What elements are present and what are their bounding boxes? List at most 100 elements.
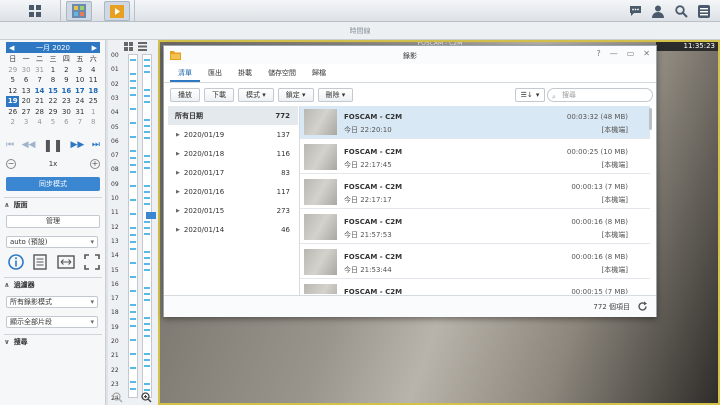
calendar-day[interactable]: 6	[60, 117, 73, 128]
date-list-item[interactable]: ▶ 2020/01/16 117	[168, 182, 298, 201]
timeline-position-marker[interactable]	[146, 212, 156, 219]
dialog-tab[interactable]: 清單	[170, 66, 200, 82]
timeline-recording-segment[interactable]	[144, 185, 150, 187]
fullscreen-icon[interactable]	[84, 254, 100, 270]
recording-mode-select[interactable]: 所有錄影模式 ▾	[6, 296, 98, 308]
timeline-recording-segment[interactable]	[130, 367, 136, 369]
dialog-titlebar[interactable]: 錄影 ? — ▭ ✕	[164, 46, 656, 64]
calendar-day[interactable]: 23	[60, 96, 73, 107]
timeline-recording-segment[interactable]	[130, 311, 136, 313]
document-icon[interactable]	[33, 254, 48, 270]
timeline-recording-segment[interactable]	[144, 131, 150, 133]
pause-icon[interactable]: ❚❚	[43, 138, 63, 152]
timeline-recording-segment[interactable]	[144, 359, 150, 361]
calendar-day[interactable]: 3	[73, 65, 86, 76]
timeline-recording-segment[interactable]	[130, 234, 136, 236]
timeline-recording-segment[interactable]	[130, 87, 136, 89]
skip-forward-icon[interactable]: ⏭	[92, 140, 100, 150]
skip-back-icon[interactable]: ⏮	[6, 140, 14, 150]
recording-row[interactable]: FOSCAM - C2M 今日 21:53:44 00:00:16 (8 MB) [本…	[300, 246, 650, 279]
timeline-recording-segment[interactable]	[144, 125, 150, 127]
expand-icon[interactable]: ▶	[176, 189, 180, 195]
recording-row[interactable]: FOSCAM - C2M 今日 22:17:17 00:00:13 (7 MB) [本…	[300, 176, 650, 209]
sync-mode-button[interactable]: 同步模式	[6, 177, 100, 191]
timeline-recording-segment[interactable]	[144, 287, 150, 289]
next-month-icon[interactable]: ▶	[92, 44, 97, 52]
timeline-recording-segment[interactable]	[144, 119, 150, 121]
calendar-day[interactable]: 30	[60, 107, 73, 118]
refresh-icon[interactable]	[637, 301, 648, 312]
recording-row[interactable]: FOSCAM - C2M 今日 21:57:53 00:00:16 (8 MB) [本…	[300, 211, 650, 244]
layout-select[interactable]: auto (預設) ▾	[6, 236, 98, 248]
expand-icon[interactable]: ▶	[176, 208, 180, 214]
search-button[interactable]	[673, 3, 689, 19]
speed-decrease-button[interactable]: −	[6, 159, 16, 169]
info-icon[interactable]	[8, 254, 24, 270]
calendar-day[interactable]: 12	[6, 86, 19, 97]
maximize-icon[interactable]: ▭	[627, 49, 635, 58]
calendar-day[interactable]: 1	[46, 65, 59, 76]
calendar-day[interactable]: 6	[19, 75, 32, 86]
timeline-recording-segment[interactable]	[144, 383, 150, 385]
timeline-recording-segment[interactable]	[130, 171, 136, 173]
timeline-recording-segment[interactable]	[130, 213, 136, 215]
timeline-recording-segment[interactable]	[130, 318, 136, 320]
timeline-recording-segment[interactable]	[144, 335, 150, 337]
calendar-day[interactable]: 1	[87, 107, 100, 118]
timeline-recording-segment[interactable]	[144, 299, 150, 301]
timeline-recording-segment[interactable]	[144, 221, 150, 223]
timeline-recording-segment[interactable]	[144, 251, 150, 253]
dialog-tab[interactable]: 匯出	[200, 66, 230, 82]
timeline-recording-segment[interactable]	[144, 155, 150, 157]
sort-button[interactable]: ☰↓ ▾	[515, 88, 545, 102]
calendar-month-label[interactable]: 一月 2020	[36, 43, 70, 53]
timeline-recording-segment[interactable]	[144, 323, 150, 325]
date-list-item[interactable]: ▶ 2020/01/18 116	[168, 144, 298, 163]
recording-app-button[interactable]	[104, 1, 130, 21]
fast-forward-icon[interactable]: ▶▶	[71, 140, 85, 150]
date-list-item[interactable]: 所有日期 772	[168, 106, 298, 125]
filter-section-header[interactable]: ∧ 過濾器	[4, 280, 35, 290]
recording-row[interactable]: FOSCAM - C2M 今日 22:17:45 00:00:25 (10 MB) […	[300, 141, 650, 174]
speed-increase-button[interactable]: +	[89, 159, 100, 169]
timeline-recording-segment[interactable]	[130, 80, 136, 82]
manage-layout-button[interactable]: 管理	[6, 215, 100, 228]
timeline-recording-segment[interactable]	[144, 161, 150, 163]
fit-width-icon[interactable]	[56, 254, 75, 270]
timeline-recording-segment[interactable]	[130, 241, 136, 243]
timeline-recording-segment[interactable]	[130, 59, 136, 61]
calendar-day[interactable]: 17	[73, 86, 86, 97]
toolbar-button[interactable]: 播放	[170, 88, 200, 102]
minimize-icon[interactable]: —	[610, 49, 618, 58]
user-button[interactable]	[650, 3, 666, 19]
timeline-recording-segment[interactable]	[144, 365, 150, 367]
timeline-recording-segment[interactable]	[130, 388, 136, 390]
timeline-recording-segment[interactable]	[130, 157, 136, 159]
timeline-recording-segment[interactable]	[144, 269, 150, 271]
recording-list-scrollbar[interactable]	[649, 108, 652, 130]
timeline-recording-segment[interactable]	[130, 108, 136, 110]
calendar-day[interactable]: 7	[73, 117, 86, 128]
date-list-item[interactable]: ▶ 2020/01/17 83	[168, 163, 298, 182]
calendar-day[interactable]: 8	[87, 117, 100, 128]
toolbar-button[interactable]: 模式 ▾	[238, 88, 274, 102]
timeline-recording-segment[interactable]	[144, 65, 150, 67]
layout-section-header[interactable]: ∧ 版面	[4, 200, 28, 210]
timeline-recording-segment[interactable]	[144, 233, 150, 235]
calendar-day[interactable]: 15	[46, 86, 59, 97]
timeline-recording-segment[interactable]	[144, 137, 150, 139]
timeline-recording-segment[interactable]	[144, 59, 150, 61]
list-view-icon[interactable]	[138, 42, 147, 51]
timeline-recording-segment[interactable]	[144, 203, 150, 205]
calendar-day[interactable]: 29	[6, 65, 19, 76]
calendar-day[interactable]: 8	[46, 75, 59, 86]
timeline-recording-segment[interactable]	[144, 329, 150, 331]
timeline-recording-segment[interactable]	[130, 164, 136, 166]
calendar-day[interactable]: 7	[33, 75, 46, 86]
calendar-day[interactable]: 3	[19, 117, 32, 128]
timeline-recording-segment[interactable]	[144, 389, 150, 391]
calendar-day[interactable]: 30	[19, 65, 32, 76]
calendar-day[interactable]: 20	[19, 96, 32, 107]
calendar-day[interactable]: 22	[46, 96, 59, 107]
calendar-day[interactable]: 16	[60, 86, 73, 97]
